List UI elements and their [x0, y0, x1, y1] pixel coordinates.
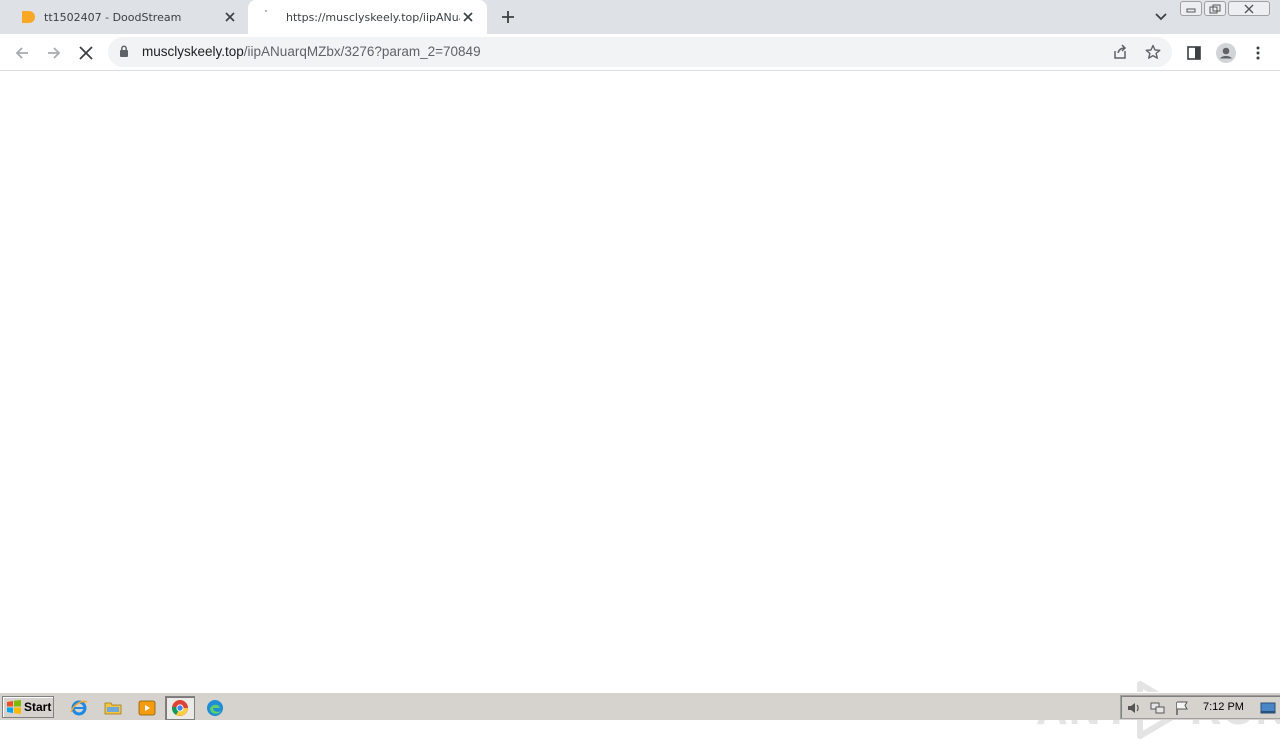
- edge-icon: [207, 700, 223, 716]
- avatar-icon: [1216, 43, 1236, 63]
- action-center-flag-icon[interactable]: [1174, 700, 1190, 716]
- url-host: musclyskeely.top: [142, 44, 244, 59]
- windows-logo-icon: [7, 700, 21, 714]
- system-tray: 7:12 PM: [1120, 695, 1280, 719]
- media-player-icon: [138, 700, 156, 716]
- share-icon[interactable]: [1112, 44, 1128, 60]
- browser-toolbar: musclyskeely.top/iipANuarqMZbx/3276?para…: [0, 34, 1280, 71]
- chevron-down-icon: [1155, 13, 1167, 21]
- taskbar-chrome[interactable]: [165, 696, 195, 720]
- plus-icon: [502, 11, 514, 23]
- clock[interactable]: 7:12 PM: [1203, 701, 1244, 713]
- doodstream-favicon-icon: [22, 11, 35, 23]
- close-window-button[interactable]: [1228, 1, 1270, 16]
- tab-title: https://musclyskeely.top/iipANuarqMZbx/3…: [286, 10, 460, 24]
- close-tab-icon[interactable]: [460, 9, 476, 25]
- restore-button[interactable]: [1204, 1, 1226, 16]
- start-label: Start: [24, 700, 52, 714]
- quicklaunch-explorer[interactable]: [103, 698, 123, 718]
- lock-icon[interactable]: [119, 45, 129, 58]
- url-text[interactable]: musclyskeely.top/iipANuarqMZbx/3276?para…: [142, 44, 481, 59]
- tab-search-button[interactable]: [1151, 8, 1171, 26]
- network-icon[interactable]: [1150, 700, 1166, 716]
- bookmark-star-icon[interactable]: [1145, 44, 1161, 60]
- volume-icon[interactable]: [1126, 700, 1142, 716]
- new-tab-button[interactable]: [498, 7, 518, 27]
- close-icon: [1244, 4, 1254, 13]
- stop-icon: [79, 46, 93, 60]
- profile-button[interactable]: [1215, 42, 1237, 64]
- restore-icon: [1209, 4, 1221, 13]
- taskbar: Start 7:12 PM: [0, 692, 1280, 720]
- menu-button[interactable]: [1247, 42, 1269, 64]
- start-button[interactable]: Start: [2, 696, 54, 718]
- address-bar[interactable]: musclyskeely.top/iipANuarqMZbx/3276?para…: [108, 37, 1172, 67]
- side-panel-icon: [1187, 46, 1201, 60]
- forward-button[interactable]: [43, 42, 65, 64]
- tab-doodstream[interactable]: tt1502407 - DoodStream: [8, 0, 246, 34]
- tab-strip: tt1502407 - DoodStream https://musclyske…: [0, 0, 1280, 34]
- tab-title: tt1502407 - DoodStream: [44, 10, 182, 24]
- folder-icon: [104, 702, 122, 715]
- page-content: ANY RUN: [0, 72, 1280, 739]
- minimize-icon: [1186, 8, 1196, 12]
- show-desktop-icon[interactable]: [1260, 700, 1276, 716]
- quicklaunch-ie[interactable]: [69, 698, 89, 718]
- internet-explorer-icon: [70, 700, 88, 716]
- chrome-icon: [171, 700, 188, 716]
- quicklaunch-media-player[interactable]: [137, 698, 157, 718]
- kebab-menu-icon: [1256, 46, 1260, 60]
- minimize-button[interactable]: [1180, 1, 1202, 16]
- tab-active[interactable]: https://musclyskeely.top/iipANuarqMZbx/3…: [248, 0, 487, 34]
- loading-favicon-icon: [265, 10, 267, 12]
- close-tab-icon[interactable]: [222, 9, 238, 25]
- forward-arrow-icon: [48, 47, 61, 59]
- back-button[interactable]: [11, 42, 33, 64]
- back-arrow-icon: [15, 47, 28, 59]
- stop-loading-button[interactable]: [75, 42, 97, 64]
- url-path: /iipANuarqMZbx/3276?param_2=70849: [243, 44, 481, 59]
- quicklaunch-edge[interactable]: [205, 698, 225, 718]
- window-controls: [1180, 1, 1270, 16]
- side-panel-button[interactable]: [1183, 42, 1205, 64]
